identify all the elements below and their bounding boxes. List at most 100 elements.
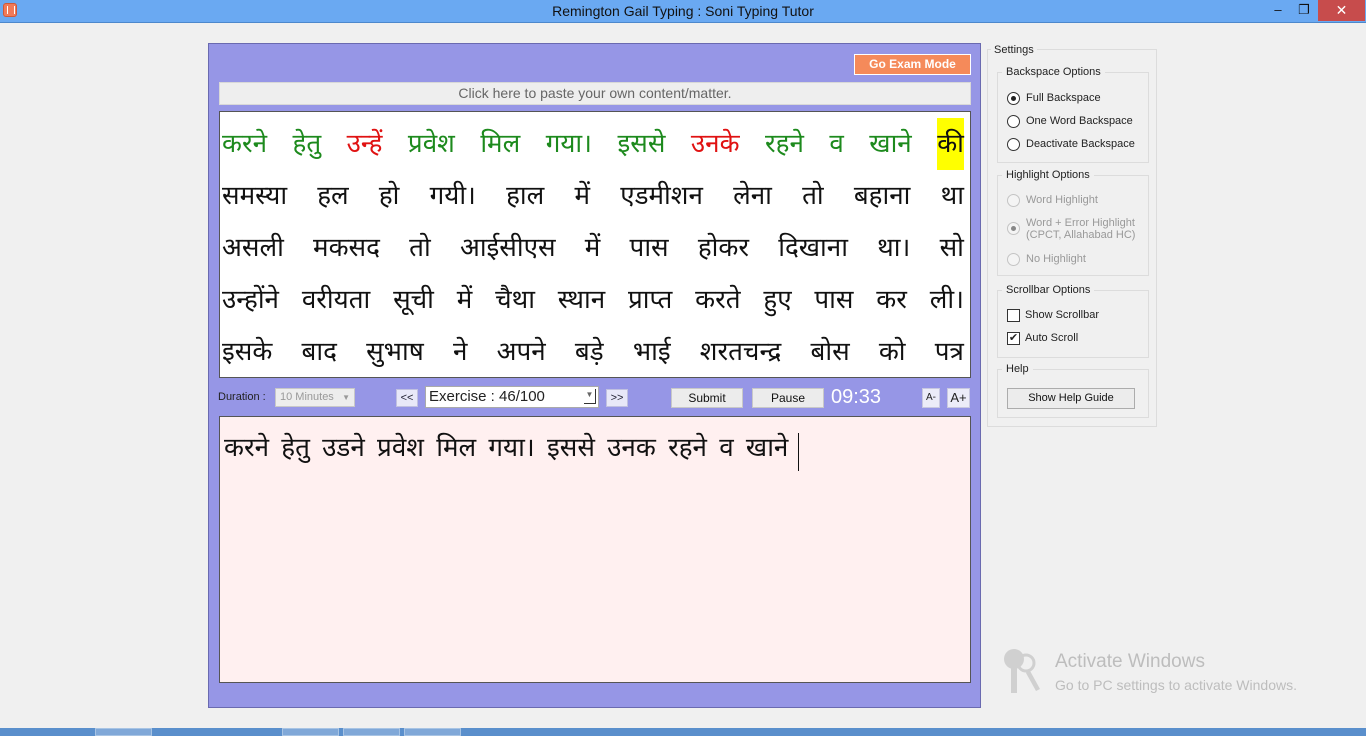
pause-button[interactable]: Pause (752, 388, 824, 408)
help-group: Help Show Help Guide (997, 363, 1149, 418)
font-decrease-button[interactable]: A- (922, 388, 940, 408)
source-word: हो (378, 181, 400, 211)
radio-word-error-highlight[interactable]: Word + Error Highlight (CPCT, Allahabad … (1007, 217, 1135, 241)
control-bar: Duration : 10 Minutes ▼ << Exercise : 46… (209, 384, 980, 412)
source-word: लेना (733, 181, 772, 211)
font-increase-button[interactable]: A+ (947, 388, 970, 408)
title-bar: Remington Gail Typing : Soni Typing Tuto… (0, 0, 1366, 23)
submit-button[interactable]: Submit (671, 388, 743, 408)
source-word: बोस (810, 337, 850, 367)
settings-title: Settings (991, 44, 1037, 56)
watermark-title: Activate Windows (1055, 651, 1205, 672)
taskbar-item[interactable] (343, 728, 400, 736)
window-title: Remington Gail Typing : Soni Typing Tuto… (552, 3, 814, 19)
duration-value: 10 Minutes (280, 391, 334, 403)
source-word: दिखाना (778, 233, 848, 263)
radio-word-highlight[interactable]: Word Highlight (1007, 194, 1098, 207)
source-word: कर (876, 285, 907, 315)
taskbar-item[interactable] (282, 728, 339, 736)
source-word: खाने (869, 129, 912, 159)
source-word: इसके (222, 337, 273, 367)
radio-no-highlight[interactable]: No Highlight (1007, 253, 1086, 266)
source-word: था। (877, 233, 911, 263)
source-word: में (584, 233, 601, 263)
source-word: गया। (545, 129, 593, 159)
radio-button[interactable] (1007, 253, 1020, 266)
source-word: ली। (929, 285, 964, 315)
source-word: गयी। (429, 181, 476, 211)
typing-input-area[interactable]: करने हेतु उडने प्रवेश मिल गया। इससे उनक … (219, 416, 971, 683)
activate-windows-watermark: Activate Windows Go to PC settings to ac… (1000, 645, 1330, 705)
source-word: पास (629, 233, 669, 263)
help-title: Help (1002, 363, 1033, 375)
option-label: Full Backspace (1026, 92, 1101, 104)
source-word: में (456, 285, 473, 315)
radio-button[interactable] (1007, 115, 1020, 128)
checkbox-show-scrollbar[interactable]: Show Scrollbar (1007, 309, 1099, 322)
source-word: एडमीशन (620, 181, 703, 211)
checkbox[interactable] (1007, 309, 1020, 322)
option-label: Show Scrollbar (1025, 309, 1099, 321)
source-word: इससे (617, 129, 666, 159)
option-label: Deactivate Backspace (1026, 138, 1135, 150)
taskbar (0, 728, 1366, 736)
taskbar-item[interactable] (95, 728, 152, 736)
source-word: शरतचन्द्र (699, 337, 782, 367)
settings-group: Settings Backspace Options Full Backspac… (987, 44, 1157, 427)
radio-deactivate-backspace[interactable]: Deactivate Backspace (1007, 138, 1135, 151)
source-word: बाद (301, 337, 337, 367)
option-label: Word Highlight (1026, 194, 1098, 206)
go-exam-mode-button[interactable]: Go Exam Mode (854, 54, 971, 75)
backspace-options-title: Backspace Options (1002, 66, 1105, 78)
duration-select[interactable]: 10 Minutes ▼ (275, 388, 355, 407)
source-word: में (574, 181, 591, 211)
next-exercise-button[interactable]: >> (606, 389, 628, 407)
countdown-timer: 09:33 (831, 386, 882, 408)
source-word: था (940, 181, 964, 211)
show-help-guide-button[interactable]: Show Help Guide (1007, 388, 1135, 409)
exercise-value: Exercise : 46/100 (429, 388, 545, 405)
checkbox-auto-scroll[interactable]: ✔ Auto Scroll (1007, 332, 1078, 345)
source-word: प्राप्त (627, 285, 673, 315)
option-label: Word + Error Highlight (CPCT, Allahabad … (1026, 217, 1135, 241)
restore-button[interactable]: ❐ (1290, 0, 1318, 21)
paste-content-bar[interactable]: Click here to paste your own content/mat… (219, 82, 971, 105)
source-word: रहने (765, 129, 804, 159)
radio-one-word-backspace[interactable]: One Word Backspace (1007, 115, 1133, 128)
highlight-options-group: Highlight Options Word Highlight Word + … (997, 169, 1149, 276)
radio-button[interactable] (1007, 92, 1020, 105)
source-word: मकसद (313, 233, 380, 263)
radio-button[interactable] (1007, 138, 1020, 151)
source-word: भाई (632, 337, 671, 367)
source-word: बहाना (853, 181, 911, 211)
source-word: सुभाष (366, 337, 424, 367)
taskbar-item[interactable] (404, 728, 461, 736)
source-word: समस्या (222, 181, 288, 211)
radio-button[interactable] (1007, 194, 1020, 207)
scrollbar-options-title: Scrollbar Options (1002, 284, 1095, 296)
backspace-options-group: Backspace Options Full Backspace One Wor… (997, 66, 1149, 163)
checkbox[interactable]: ✔ (1007, 332, 1020, 345)
source-word: तो (409, 233, 431, 263)
highlight-options-title: Highlight Options (1002, 169, 1094, 181)
duration-label: Duration : (218, 391, 266, 403)
source-line: उन्होंने वरीयता सूची में चैथा स्थान प्राप्त करत… (222, 274, 964, 326)
radio-button[interactable] (1007, 222, 1020, 235)
text-caret (798, 432, 800, 471)
source-word: आईसीएस (459, 233, 556, 263)
exercise-select[interactable]: Exercise : 46/100 ▼ (425, 386, 599, 408)
source-word: बड़े (574, 337, 604, 367)
minimize-button[interactable]: – (1264, 0, 1292, 21)
source-line: इसके बाद सुभाष ने अपने बड़े भाई शरतचन्द्र बोस को प… (222, 326, 964, 377)
source-word: हेतु (292, 129, 322, 159)
source-word: ने (452, 337, 468, 367)
source-word: असली (222, 233, 284, 263)
source-word: करते (695, 285, 741, 315)
watermark-subtitle: Go to PC settings to activate Windows. (1055, 677, 1297, 693)
typing-panel: Go Exam Mode Click here to paste your ow… (208, 43, 981, 708)
option-label-line2: (CPCT, Allahabad HC) (1026, 229, 1136, 241)
chevron-down-icon: ▼ (342, 393, 350, 402)
radio-full-backspace[interactable]: Full Backspace (1007, 92, 1101, 105)
previous-exercise-button[interactable]: << (396, 389, 418, 407)
close-button[interactable]: ✕ (1318, 0, 1365, 21)
